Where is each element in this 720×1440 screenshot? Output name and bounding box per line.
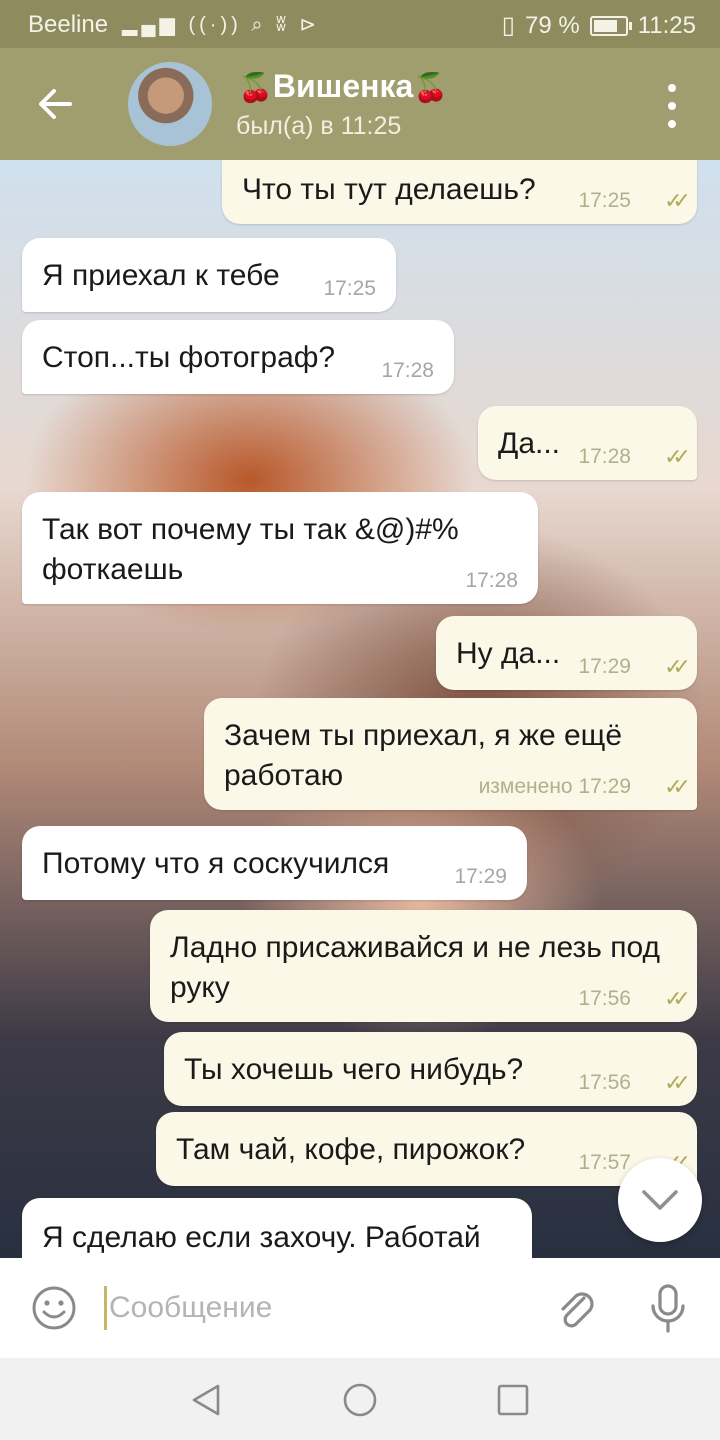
message-composer: Сообщение [0, 1258, 720, 1358]
message-time: 17:25 [578, 189, 631, 212]
system-navigation-bar [0, 1358, 720, 1440]
square-recents-icon [497, 1384, 529, 1416]
message-bubble[interactable]: Там чай, кофе, пирожок? 17:57 ✓✓ [156, 1112, 697, 1186]
attach-button[interactable] [554, 1286, 600, 1339]
menu-dot [668, 120, 676, 128]
double-check-icon: ✓✓ [664, 774, 691, 799]
message-time: 17:28 [578, 445, 631, 468]
cherry-emoji-left: 🍒 [238, 72, 273, 103]
chat-header: 🍒Вишенка🍒 был(а) в 11:25 [0, 48, 720, 160]
message-time: 17:29 [578, 655, 631, 678]
emoji-button[interactable] [30, 1284, 78, 1337]
message-time: 17:28 [381, 359, 434, 382]
message-time: 17:57 [578, 1151, 631, 1174]
status-right: ▯ 79 % 11:25 [502, 11, 696, 40]
nav-recents-button[interactable] [496, 1382, 530, 1423]
menu-dot [668, 102, 676, 110]
double-check-icon: ✓✓ [664, 654, 691, 679]
more-menu-button[interactable] [658, 84, 686, 128]
double-check-icon: ✓✓ [664, 444, 691, 469]
message-text: Потому что я соскучился [42, 847, 390, 880]
triangle-back-icon [192, 1384, 220, 1416]
battery-icon [589, 15, 632, 36]
last-seen: был(а) в 11:25 [236, 112, 402, 140]
message-time: 17:25 [323, 277, 376, 300]
nav-home-button[interactable] [342, 1382, 378, 1423]
chat-title[interactable]: 🍒Вишенка🍒 [238, 68, 448, 105]
message-bubble[interactable]: Я сделаю если захочу. Работай [22, 1198, 532, 1258]
message-bubble[interactable]: Я приехал к тебе 17:25 [22, 238, 396, 312]
double-check-icon: ✓✓ [664, 188, 691, 213]
message-bubble[interactable]: Зачем ты приехал, я же ещё работаю измен… [204, 698, 697, 810]
microphone-icon [651, 1284, 685, 1333]
message-text: Ну да... [456, 637, 561, 670]
double-check-icon: ✓✓ [664, 1070, 691, 1095]
more-vertical-icon [668, 84, 676, 92]
back-button[interactable] [30, 78, 82, 130]
smile-icon [32, 1286, 76, 1330]
message-bubble[interactable]: Что ты тут делаешь? 17:25 ✓✓ [222, 160, 697, 224]
arrow-left-icon [39, 89, 72, 119]
message-text: Я сделаю если захочу. Работай [42, 1221, 481, 1254]
scroll-to-bottom-button[interactable] [618, 1158, 702, 1242]
message-input[interactable]: Сообщение [104, 1286, 529, 1330]
circle-home-icon [343, 1383, 377, 1417]
status-bar: Beeline ▂▄▆ ((·)) ⌕ ʬ ⊳ ▯ 79 % 11:25 [0, 0, 720, 48]
message-bubble[interactable]: Ладно присаживайся и не лезь под руку 17… [150, 910, 697, 1022]
vibrate-icon: ▯ [501, 12, 516, 39]
message-bubble[interactable]: Да... 17:28 ✓✓ [478, 406, 697, 480]
chat-title-text: Вишенка [272, 68, 414, 104]
carrier-name: Beeline [28, 11, 109, 38]
message-bubble[interactable]: Стоп...ты фотограф? 17:28 [22, 320, 454, 394]
paperclip-icon [561, 1292, 594, 1328]
message-bubble[interactable]: Ты хочешь чего нибудь? 17:56 ✓✓ [164, 1032, 697, 1106]
message-time: изменено 17:29 [478, 775, 631, 798]
message-bubble[interactable]: Ну да... 17:29 ✓✓ [436, 616, 697, 690]
message-bubble[interactable]: Потому что я соскучился 17:29 [22, 826, 527, 900]
message-time: 17:28 [465, 569, 518, 592]
battery-percent: 79 % [525, 11, 580, 39]
nav-back-button[interactable] [188, 1382, 224, 1423]
message-list[interactable]: Что ты тут делаешь? 17:25 ✓✓ Я приехал к… [0, 160, 720, 1258]
voice-message-button[interactable] [646, 1282, 690, 1341]
cherry-emoji-right: 🍒 [413, 72, 449, 103]
message-time: 17:29 [454, 865, 507, 888]
avatar[interactable] [128, 62, 212, 146]
message-time: 17:56 [578, 1071, 631, 1094]
chevron-down-icon [642, 1190, 678, 1210]
message-bubble[interactable]: Так вот почему ты так &@)#% фоткаешь 17:… [22, 492, 538, 604]
message-time: 17:56 [578, 987, 631, 1010]
double-check-icon: ✓✓ [664, 986, 691, 1011]
message-text: Так вот почему ты так &@)#% фоткаешь [42, 513, 459, 586]
signal-icons: ▂▄▆ ((·)) ⌕ ʬ ⊳ [122, 14, 321, 36]
clock: 11:25 [637, 11, 696, 39]
